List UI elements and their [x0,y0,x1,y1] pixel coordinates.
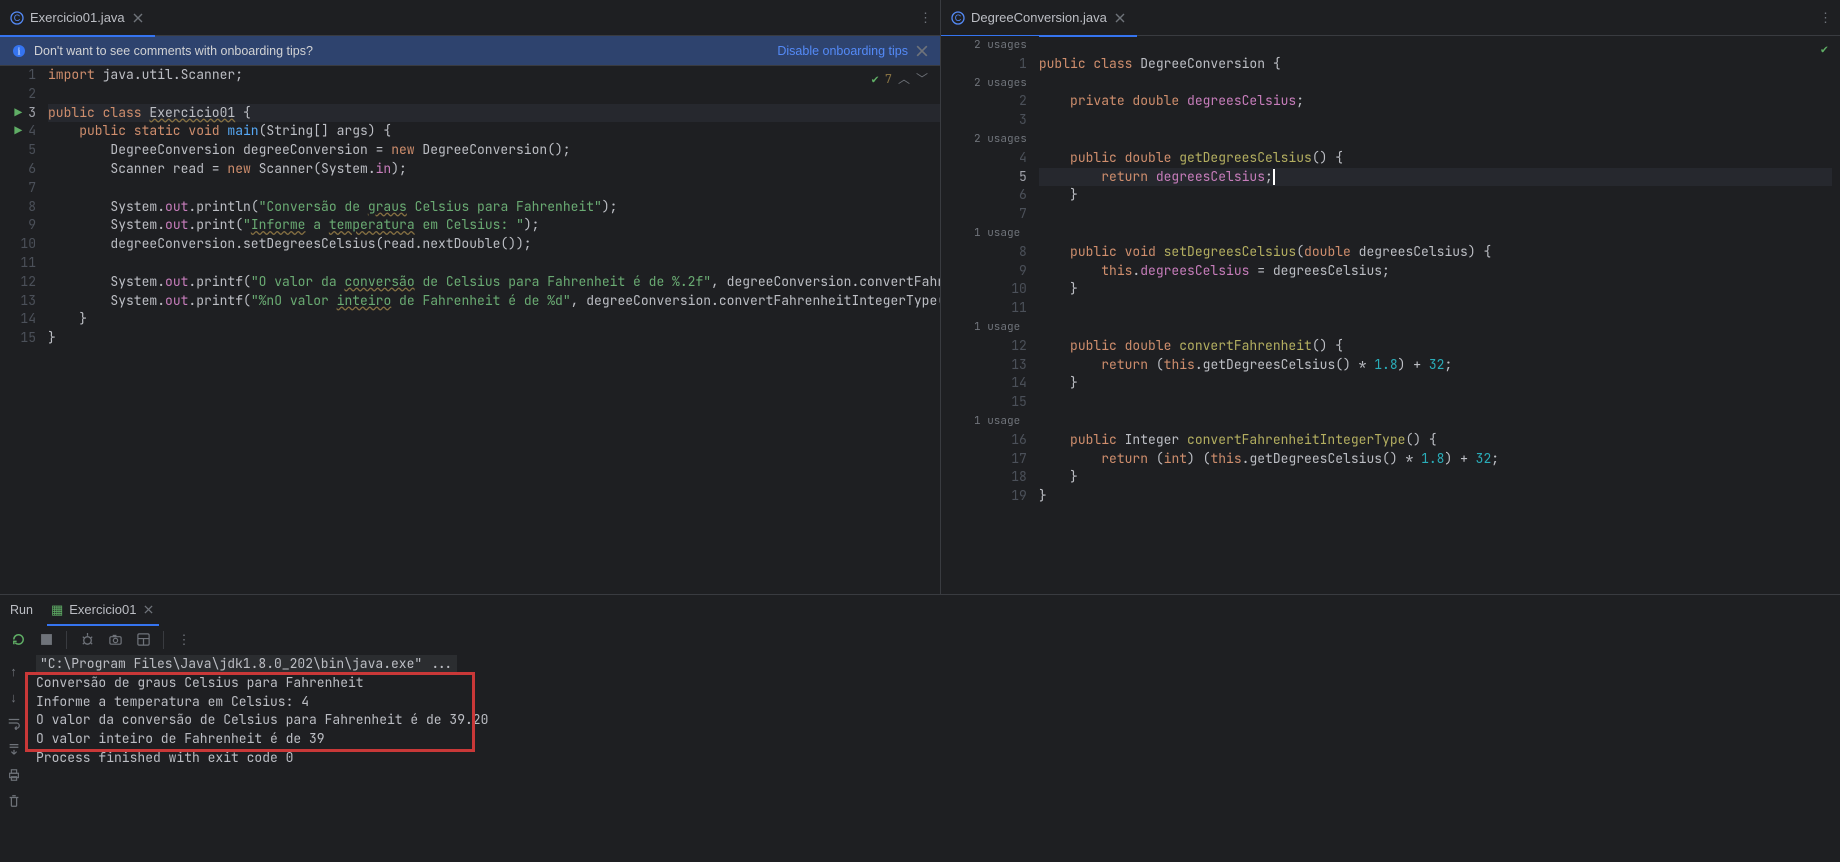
command-line: "C:\Program Files\Java\jdk1.8.0_202\bin\… [36,655,457,674]
close-icon[interactable] [916,45,928,57]
console-line: Informe a temperatura em Celsius: 4 [36,693,1832,712]
close-icon[interactable] [131,11,145,25]
svg-text:C: C [14,13,21,23]
run-tab-bar: Run ▦ Exercicio01 [0,595,1840,625]
layout-icon[interactable] [131,628,155,652]
console-output[interactable]: "C:\Program Files\Java\jdk1.8.0_202\bin\… [28,655,1840,862]
java-class-icon: C [951,11,965,25]
chevron-down-icon[interactable]: ﹀ [916,70,928,89]
stop-button[interactable] [34,628,58,652]
inspection-widget[interactable]: ✔ [1821,40,1828,59]
code-editor-left[interactable]: ✔ 7 ︿ ﹀ 1 2 ▶3 ▶4 5 6 7 8 9 10 11 12 13 … [0,66,940,594]
down-arrow-icon[interactable]: ↓ [2,685,26,709]
gutter-left: 1 2 ▶3 ▶4 5 6 7 8 9 10 11 12 13 14 15 [0,66,48,594]
tab-overflow-icon[interactable]: ⋮ [1819,10,1832,26]
checkmark-icon: ✔ [1821,40,1828,59]
java-class-icon: C [10,11,24,25]
warning-count: 7 [885,70,892,89]
checkmark-icon: ✔ [872,70,879,89]
gutter-right: 2 usages 1 2 usages 2 3 2 usages 4 5 6 7… [941,36,1039,594]
inspection-widget[interactable]: ✔ 7 ︿ ﹀ [872,70,928,89]
trash-icon[interactable] [2,789,26,813]
disable-onboarding-link[interactable]: Disable onboarding tips [777,44,908,58]
run-config-icon: ▦ [51,602,63,618]
usage-hint[interactable]: 2 usages [947,36,1027,55]
onboarding-banner: i Don't want to see comments with onboar… [0,36,940,66]
usage-hint[interactable]: 2 usages [947,74,1027,93]
run-side-toolbar: ↑ ↓ [0,655,28,862]
run-gutter-icon[interactable]: ▶ [14,122,22,141]
tab-label: DegreeConversion.java [971,10,1107,25]
debug-icon[interactable] [75,628,99,652]
up-arrow-icon[interactable]: ↑ [2,659,26,683]
scroll-to-end-icon[interactable] [2,737,26,761]
rerun-button[interactable] [6,628,30,652]
run-gutter-icon[interactable]: ▶ [14,104,22,123]
usage-hint[interactable]: 1 usage [947,224,1027,243]
tab-exercicio01[interactable]: C Exercicio01.java [0,0,155,36]
svg-text:C: C [955,13,962,23]
code-body-right[interactable]: public class DegreeConversion { private … [1039,36,1840,594]
close-icon[interactable] [1113,11,1127,25]
console-line: Conversão de graus Celsius para Fahrenhe… [36,674,1832,693]
tab-degreeconversion[interactable]: C DegreeConversion.java [941,0,1137,36]
close-icon[interactable] [142,603,155,616]
run-toolbar: ⋮ [0,625,1840,655]
console-line: Process finished with exit code 0 [36,749,1832,768]
run-tool-window: Run ▦ Exercicio01 ⋮ ↑ ↓ "C:\Program File… [0,594,1840,862]
usage-hint[interactable]: 1 usage [947,318,1027,337]
tab-bar-left: C Exercicio01.java ⋮ [0,0,940,36]
console-line: O valor inteiro de Fahrenheit é de 39 [36,730,1832,749]
editor-left-pane: C Exercicio01.java ⋮ i Don't want to see… [0,0,941,594]
tab-label: Exercicio01.java [30,10,125,25]
banner-text: Don't want to see comments with onboardi… [34,44,769,58]
chevron-up-icon[interactable]: ︿ [898,70,910,89]
text-caret [1273,169,1275,185]
svg-text:i: i [18,46,21,57]
tab-bar-right: C DegreeConversion.java ⋮ [941,0,1840,36]
print-icon[interactable] [2,763,26,787]
camera-icon[interactable] [103,628,127,652]
code-editor-right[interactable]: ✔ 2 usages 1 2 usages 2 3 2 usages 4 5 6… [941,36,1840,594]
run-title: Run [10,603,33,617]
more-icon[interactable]: ⋮ [172,628,196,652]
editor-right-pane: C DegreeConversion.java ⋮ ✔ 2 usages 1 2… [941,0,1840,594]
console-line: O valor da conversão de Celsius para Fah… [36,711,1832,730]
soft-wrap-icon[interactable] [2,711,26,735]
run-config-tab[interactable]: ▦ Exercicio01 [47,595,160,625]
usage-hint[interactable]: 2 usages [947,130,1027,149]
tab-overflow-icon[interactable]: ⋮ [919,10,932,26]
run-config-label: Exercicio01 [69,602,136,617]
code-body-left[interactable]: import java.util.Scanner; public class E… [48,66,940,594]
usage-hint[interactable]: 1 usage [947,412,1027,431]
info-icon: i [12,44,26,58]
